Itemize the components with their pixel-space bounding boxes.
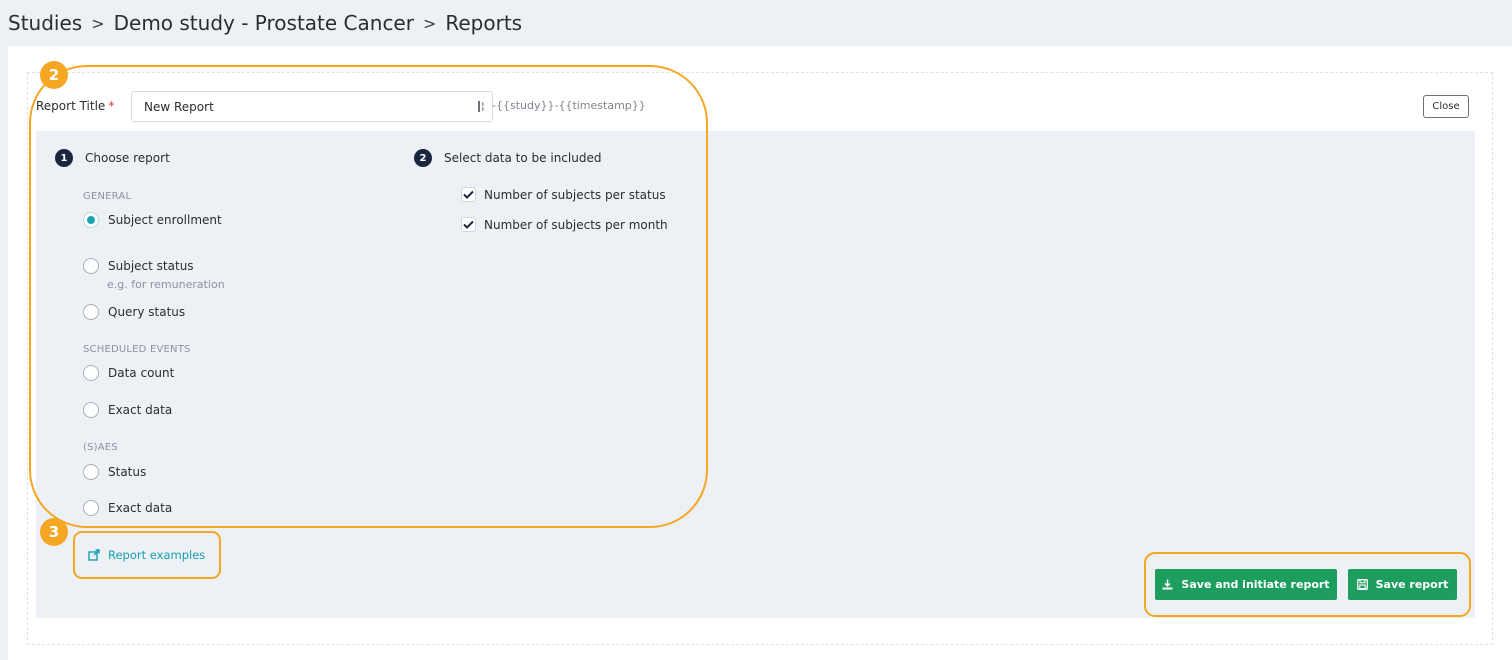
radio-label: Exact data bbox=[108, 403, 173, 417]
radio-label: Subject status bbox=[108, 259, 194, 273]
radio-button-selected[interactable] bbox=[83, 212, 99, 228]
checkbox-subjects-per-status[interactable]: Number of subjects per status bbox=[461, 187, 666, 202]
check-icon bbox=[463, 220, 474, 229]
chevron-right-icon: > bbox=[91, 13, 105, 33]
radio-button[interactable] bbox=[83, 402, 99, 418]
step-number: 2 bbox=[414, 149, 432, 167]
checkbox-label: Number of subjects per status bbox=[484, 187, 666, 202]
group-label-general: GENERAL bbox=[83, 191, 132, 202]
report-title-row: Report Title* -{{study}}-{{timestamp}} C… bbox=[36, 91, 1476, 122]
radio-exact-data-saes[interactable]: Exact data bbox=[83, 500, 172, 516]
required-mark: * bbox=[108, 99, 115, 113]
report-examples-label: Report examples bbox=[108, 548, 206, 562]
check-icon bbox=[463, 190, 474, 199]
report-examples-link[interactable]: Report examples bbox=[88, 548, 205, 562]
download-icon bbox=[1162, 579, 1173, 590]
external-link-icon bbox=[88, 549, 100, 561]
radio-button[interactable] bbox=[83, 258, 99, 274]
text-cursor-icon bbox=[478, 101, 484, 112]
report-config-panel bbox=[36, 131, 1475, 618]
radio-subject-enrollment[interactable]: Subject enrollment bbox=[83, 212, 222, 228]
checkbox-subjects-per-month[interactable]: Number of subjects per month bbox=[461, 217, 668, 232]
step-label: Choose report bbox=[85, 151, 170, 165]
group-label-scheduled-events: SCHEDULED EVENTS bbox=[83, 344, 191, 355]
radio-data-count[interactable]: Data count bbox=[83, 365, 174, 381]
report-title-suffix: -{{study}}-{{timestamp}} bbox=[492, 99, 646, 112]
radio-label: Subject enrollment bbox=[108, 213, 222, 227]
radio-query-status[interactable]: Query status bbox=[83, 304, 185, 320]
radio-sae-status[interactable]: Status bbox=[83, 464, 146, 480]
radio-subject-status[interactable]: Subject status bbox=[83, 258, 194, 274]
checkbox[interactable] bbox=[461, 187, 476, 202]
button-label: Save and initiate report bbox=[1181, 578, 1330, 591]
group-label-saes: (S)AES bbox=[83, 442, 118, 453]
radio-label: Data count bbox=[108, 366, 175, 380]
annotation-badge-2: 2 bbox=[40, 61, 68, 89]
radio-label: Status bbox=[108, 465, 147, 479]
checkbox[interactable] bbox=[461, 217, 476, 232]
radio-button[interactable] bbox=[83, 365, 99, 381]
breadcrumb: Studies > Demo study - Prostate Cancer >… bbox=[8, 8, 522, 38]
radio-label: Exact data bbox=[108, 501, 173, 515]
report-title-input[interactable] bbox=[131, 91, 493, 122]
radio-button[interactable] bbox=[83, 500, 99, 516]
breadcrumb-study[interactable]: Demo study - Prostate Cancer bbox=[114, 11, 414, 35]
chevron-right-icon: > bbox=[422, 13, 437, 33]
annotation-badge-3: 3 bbox=[40, 518, 68, 546]
step-select-data: 2 Select data to be included bbox=[414, 149, 601, 167]
report-title-label: Report Title * bbox=[36, 99, 115, 113]
radio-label: Query status bbox=[108, 305, 186, 319]
checkbox-label: Number of subjects per month bbox=[484, 217, 668, 232]
step-choose-report: 1 Choose report bbox=[55, 149, 170, 167]
breadcrumb-studies[interactable]: Studies bbox=[8, 11, 82, 35]
save-icon bbox=[1356, 579, 1368, 590]
step-number: 1 bbox=[55, 149, 73, 167]
radio-hint: e.g. for remuneration bbox=[107, 278, 225, 291]
button-label: Save report bbox=[1375, 578, 1449, 591]
radio-button[interactable] bbox=[83, 304, 99, 320]
save-report-button[interactable]: Save report bbox=[1348, 569, 1457, 600]
breadcrumb-current: Reports bbox=[445, 11, 523, 35]
save-and-initiate-report-button[interactable]: Save and initiate report bbox=[1155, 569, 1337, 600]
close-button[interactable]: Close bbox=[1423, 95, 1469, 118]
step-label: Select data to be included bbox=[444, 151, 602, 165]
radio-button[interactable] bbox=[83, 464, 99, 480]
radio-exact-data-scheduled[interactable]: Exact data bbox=[83, 402, 172, 418]
